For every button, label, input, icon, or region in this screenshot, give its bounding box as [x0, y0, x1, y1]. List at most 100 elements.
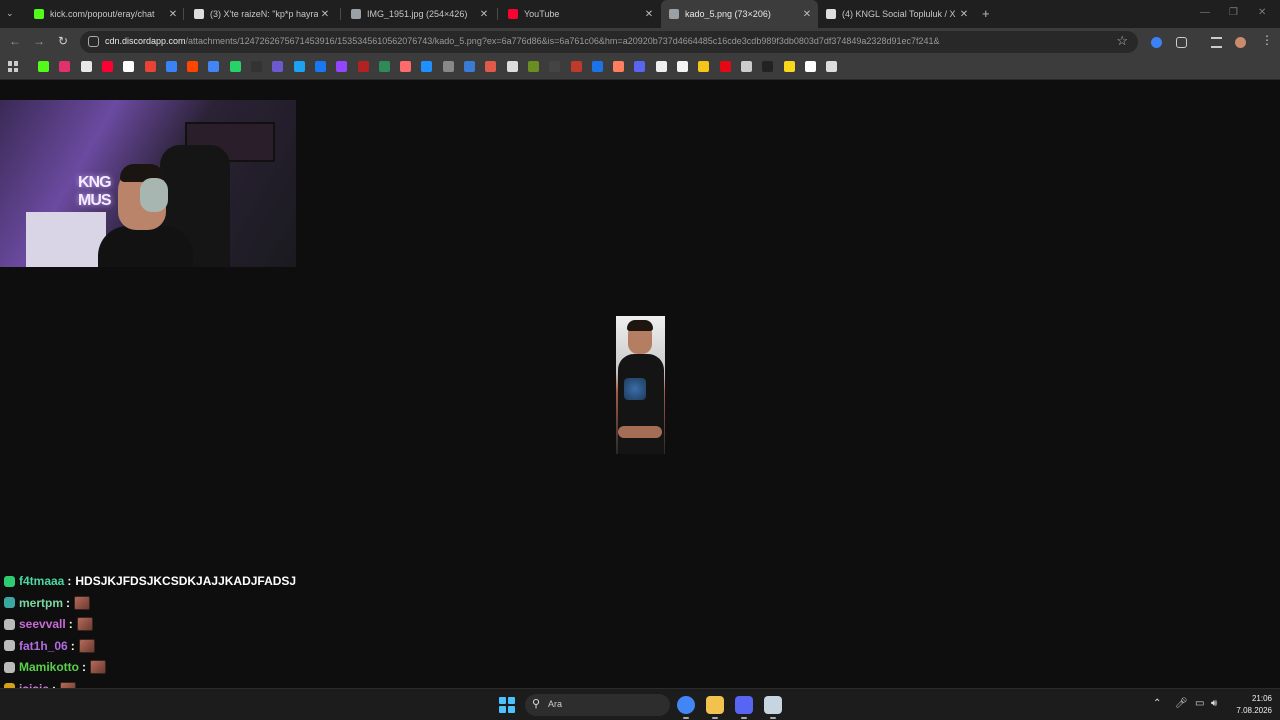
- bookmark-21-icon[interactable]: [464, 61, 475, 72]
- bookmark-36-icon[interactable]: [783, 61, 795, 72]
- x-icon: [826, 9, 836, 19]
- bookmark-31-icon[interactable]: [677, 61, 688, 72]
- x-icon: [194, 9, 204, 19]
- bookmark-22-icon[interactable]: [485, 61, 497, 72]
- reload-button[interactable]: ↻: [58, 34, 68, 48]
- displayed-image[interactable]: [616, 316, 665, 454]
- start-button[interactable]: [499, 697, 515, 713]
- tab-title: YouTube: [524, 9, 560, 19]
- chat-username[interactable]: fat1h_06: [19, 639, 68, 653]
- chat-emote-icon: [78, 638, 95, 653]
- bookmark-13-icon[interactable]: [293, 61, 305, 72]
- search-icon: ⚲: [532, 698, 541, 710]
- running-indicator: [712, 717, 718, 719]
- url-text[interactable]: cdn.discordapp.com/attachments/124726267…: [105, 36, 940, 46]
- bookmark-star-icon[interactable]: ☆: [1116, 33, 1128, 49]
- bookmark-9-icon[interactable]: [208, 61, 220, 72]
- bookmark-30-icon[interactable]: [655, 61, 667, 72]
- back-button[interactable]: ←: [9, 34, 21, 48]
- discord-app-icon[interactable]: [735, 696, 753, 714]
- bookmark-5-icon[interactable]: [123, 61, 135, 72]
- tab-6[interactable]: (4) KNGL Social Topluluk / X ✕: [818, 0, 975, 28]
- bookmark-14-icon[interactable]: [314, 61, 326, 72]
- bookmark-11-icon[interactable]: [251, 61, 262, 72]
- bookmark-33-icon[interactable]: [719, 61, 731, 72]
- tab-1[interactable]: kick.com/popout/eray/chat ✕: [26, 0, 184, 28]
- bookmarks-bar: [0, 56, 1280, 80]
- menu-kebab-icon[interactable]: ⋮: [1261, 33, 1273, 47]
- bookmark-18-icon[interactable]: [400, 61, 412, 72]
- bookmark-24-icon[interactable]: [527, 61, 539, 72]
- bookmark-27-icon[interactable]: [591, 61, 603, 72]
- tab-3[interactable]: IMG_1951.jpg (254×426) ✕: [343, 0, 495, 28]
- globe-icon: [669, 9, 679, 19]
- tab-close-icon[interactable]: ✕: [957, 9, 971, 20]
- forward-button[interactable]: →: [33, 34, 45, 48]
- tray-overflow-chevron-icon[interactable]: ⌃: [1153, 698, 1161, 709]
- chrome-app-icon[interactable]: [677, 696, 695, 714]
- tab-2[interactable]: (3) X'te raizeN: "kp*p hayranlar✕: [186, 0, 336, 28]
- tab-5[interactable]: kado_5.png (73×206) ✕: [661, 0, 818, 28]
- tab-close-icon[interactable]: ✕: [318, 9, 332, 20]
- extensions-puzzle-icon[interactable]: [1176, 37, 1187, 48]
- apps-grid-icon[interactable]: [8, 61, 19, 72]
- photo-body: [618, 354, 664, 454]
- taskbar-search[interactable]: ⚲ Ara: [525, 694, 670, 716]
- media-control-icon[interactable]: [1211, 37, 1222, 48]
- maximize-icon[interactable]: ❐: [1229, 7, 1238, 18]
- bookmark-1-icon[interactable]: [38, 61, 49, 72]
- bookmark-2-icon[interactable]: [59, 61, 71, 72]
- bookmark-25-icon[interactable]: [549, 61, 561, 72]
- photo-arm: [618, 426, 662, 438]
- bookmark-26-icon[interactable]: [570, 61, 582, 72]
- bookmark-15-icon[interactable]: [336, 61, 348, 72]
- volume-icon[interactable]: 🔊︎: [1211, 698, 1217, 709]
- tab-4[interactable]: YouTube ✕: [500, 0, 660, 28]
- bookmark-6-icon[interactable]: [144, 61, 156, 72]
- minimize-icon[interactable]: —: [1200, 7, 1210, 18]
- system-clock[interactable]: 21:06 7.08.2026: [1228, 693, 1272, 717]
- bookmark-35-icon[interactable]: [762, 61, 774, 72]
- bookmark-23-icon[interactable]: [506, 61, 518, 72]
- bookmark-16-icon[interactable]: [357, 61, 369, 72]
- file-explorer-app-icon[interactable]: [706, 696, 724, 714]
- chat-username[interactable]: f4tmaaa: [19, 574, 64, 588]
- chat-emote-icon: [74, 595, 91, 610]
- chat-username[interactable]: mertpm: [19, 596, 63, 610]
- tab-close-icon[interactable]: ✕: [477, 9, 491, 20]
- extension-icon[interactable]: [1151, 37, 1162, 48]
- bookmark-4-icon[interactable]: [101, 61, 113, 72]
- bookmark-20-icon[interactable]: [442, 61, 454, 72]
- bookmark-12-icon[interactable]: [272, 61, 284, 72]
- user-badge-icon: [4, 575, 15, 587]
- tab-title: (4) KNGL Social Topluluk / X: [842, 9, 956, 19]
- bookmark-17-icon[interactable]: [378, 61, 390, 72]
- headset-icon: [140, 178, 168, 212]
- bookmark-37-icon[interactable]: [804, 61, 816, 72]
- bookmark-38-icon[interactable]: [826, 61, 838, 72]
- address-bar[interactable]: cdn.discordapp.com/attachments/124726267…: [80, 31, 1138, 53]
- bookmark-32-icon[interactable]: [698, 61, 710, 72]
- bookmark-3-icon[interactable]: [80, 61, 92, 72]
- tab-close-icon[interactable]: ✕: [166, 9, 180, 20]
- steam-app-icon[interactable]: [764, 696, 782, 714]
- chat-username[interactable]: seevvall: [19, 617, 66, 631]
- site-info-icon[interactable]: [88, 36, 99, 47]
- new-tab-button[interactable]: +: [982, 6, 990, 21]
- tab-close-icon[interactable]: ✕: [642, 9, 656, 20]
- tab-search-dropdown-icon[interactable]: ⌄: [6, 8, 14, 19]
- close-window-icon[interactable]: ✕: [1258, 7, 1266, 18]
- bookmark-7-icon[interactable]: [165, 61, 177, 72]
- bookmark-8-icon[interactable]: [187, 61, 199, 72]
- profile-avatar[interactable]: [1235, 37, 1246, 48]
- image-viewer-page: KNG MUS f4tmaaa: HDSJKJFDSJKCSDKJAJJKADJF…: [0, 81, 1280, 717]
- bookmark-28-icon[interactable]: [613, 61, 625, 72]
- tab-close-icon[interactable]: ✕: [800, 9, 814, 20]
- bookmark-34-icon[interactable]: [740, 61, 752, 72]
- bookmark-29-icon[interactable]: [634, 61, 646, 72]
- bookmark-10-icon[interactable]: [229, 61, 241, 72]
- network-icon[interactable]: ▭: [1195, 698, 1204, 709]
- microphone-icon[interactable]: 🎤︎: [1175, 698, 1188, 709]
- chat-username[interactable]: Mamikotto: [19, 660, 79, 674]
- bookmark-19-icon[interactable]: [421, 61, 433, 72]
